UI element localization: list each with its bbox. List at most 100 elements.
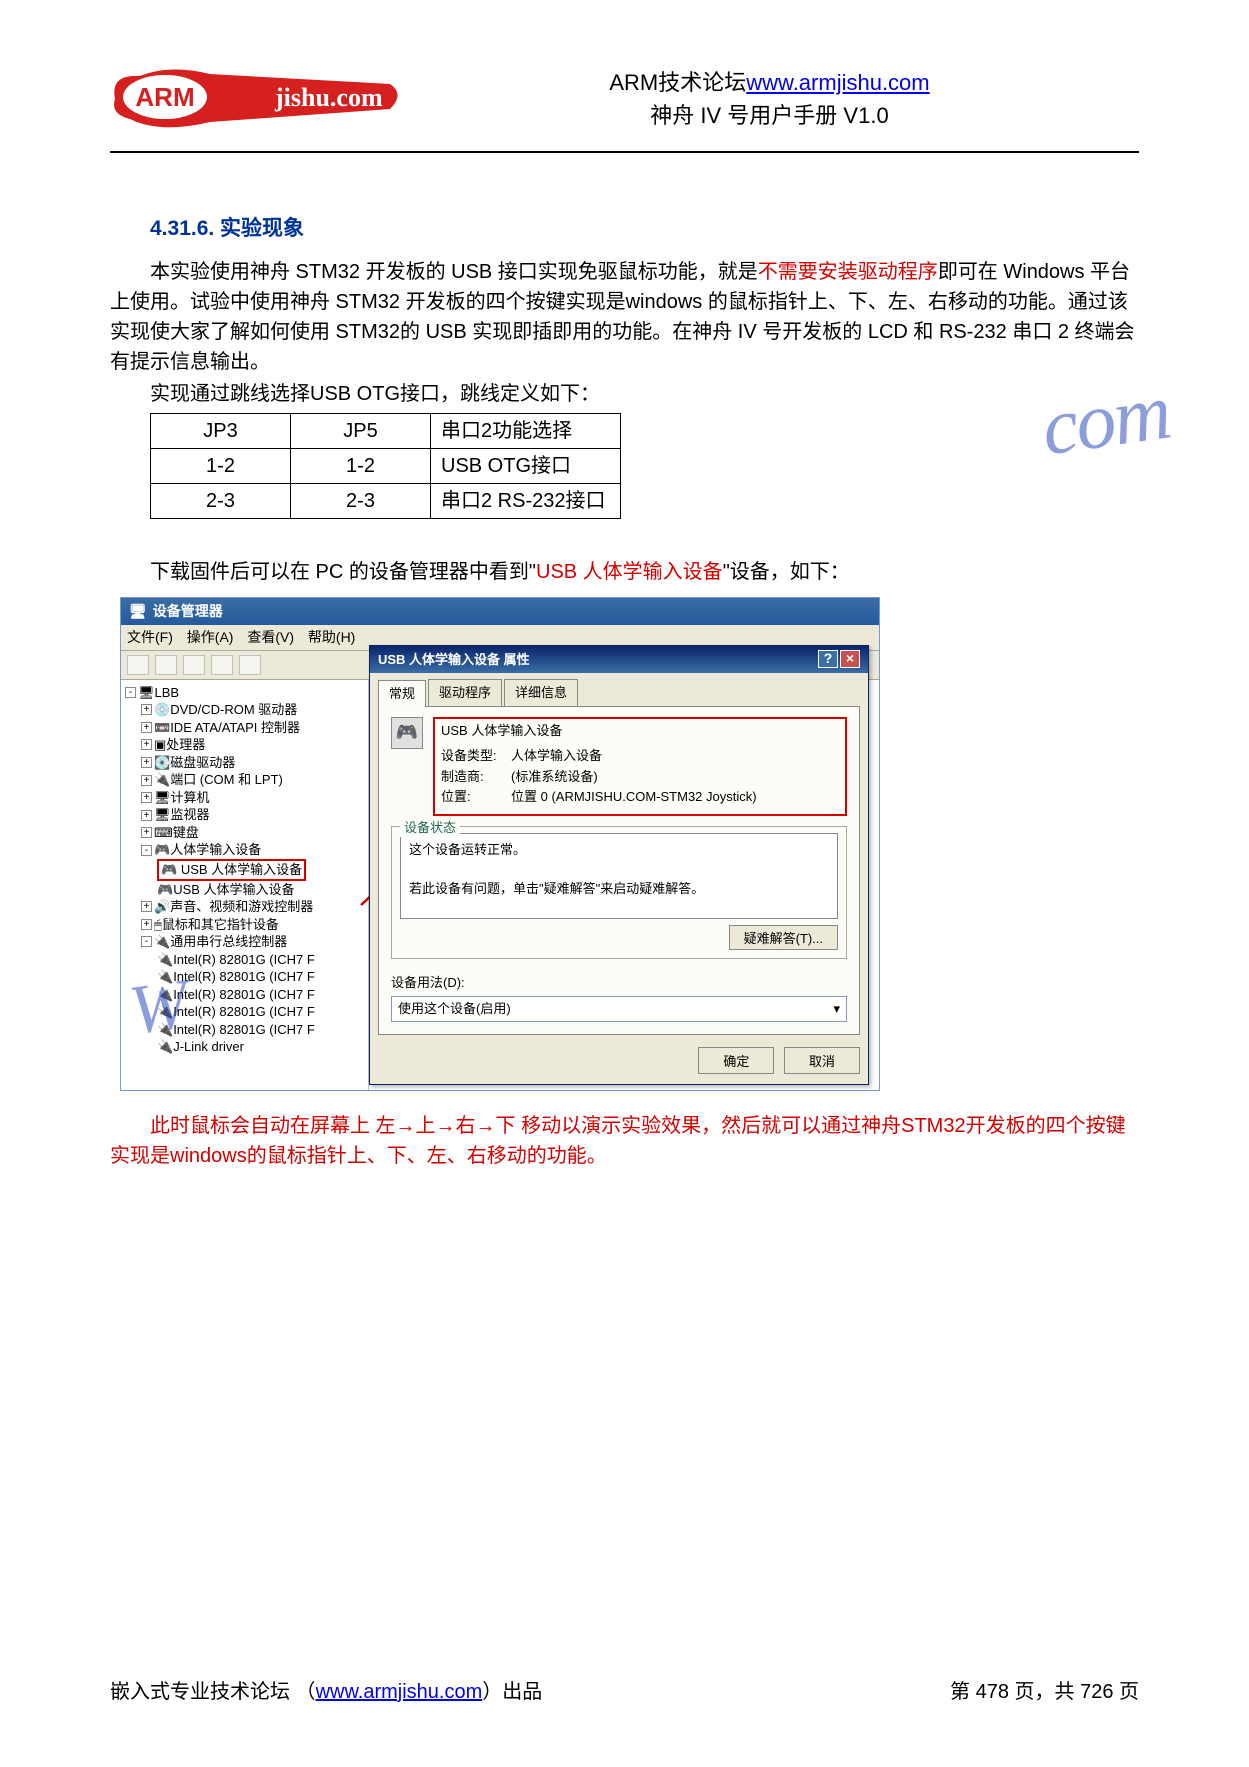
th-func: 串口2功能选择 [431, 413, 621, 448]
footer-left1: 嵌入式专业技术论坛 （ [110, 1681, 316, 1703]
tree-cpu[interactable]: 处理器 [166, 736, 205, 754]
menu-help[interactable]: 帮助(H) [308, 629, 355, 645]
tree-disk[interactable]: 磁盘驱动器 [170, 754, 235, 772]
logo: ARM jishu.com [110, 64, 400, 143]
expand-icon[interactable]: + [141, 722, 152, 733]
devmgr-titlebar[interactable]: 🖥 设备管理器 [121, 598, 879, 625]
forum-url[interactable]: www.armjishu.com [746, 70, 929, 95]
loc-label: 位置: [441, 787, 511, 807]
troubleshoot-button[interactable]: 疑难解答(T)... [729, 925, 838, 950]
menu-file[interactable]: 文件(F) [127, 629, 173, 645]
tree-jlink[interactable]: J-Link driver [173, 1038, 244, 1056]
cancel-button[interactable]: 取消 [784, 1047, 860, 1074]
usage-value: 使用这个设备(启用) [398, 999, 511, 1019]
expand-icon[interactable]: - [125, 687, 136, 698]
device-name: USB 人体学输入设备 [441, 721, 839, 741]
tab-driver[interactable]: 驱动程序 [428, 679, 502, 706]
toolbar-back-icon[interactable] [127, 655, 149, 675]
toolbar-props-icon[interactable] [183, 655, 205, 675]
r1c3: USB OTG接口 [431, 448, 621, 483]
devmgr-icon: 🖥 [129, 601, 147, 622]
toolbar-refresh-icon[interactable] [211, 655, 233, 675]
expand-icon[interactable]: - [141, 845, 152, 856]
expand-icon[interactable]: + [141, 901, 152, 912]
properties-dialog: USB 人体学输入设备 属性 ? × 常规 驱动程序 详细信息 🎮 [369, 645, 869, 1085]
menu-view[interactable]: 查看(V) [247, 629, 294, 645]
tree-usb[interactable]: 通用串行总线控制器 [170, 933, 287, 951]
toolbar-help-icon[interactable] [239, 655, 261, 675]
footer-left2: ）出品 [482, 1681, 542, 1703]
paragraph-2: 实现通过跳线选择USB OTG接口，跳线定义如下： [110, 379, 1139, 409]
expand-icon[interactable]: + [141, 919, 152, 930]
status-fieldset: 设备状态 这个设备运转正常。 若此设备有问题，单击"疑难解答"来启动疑难解答。 … [391, 826, 847, 959]
tree-intel3[interactable]: Intel(R) 82801G (ICH7 F [173, 986, 315, 1004]
device-tree[interactable]: -🖥 LBB +💿 DVD/CD-ROM 驱动器 +📼 IDE ATA/ATAP… [121, 680, 369, 1090]
ok-button[interactable]: 确定 [698, 1047, 774, 1074]
tab-general[interactable]: 常规 [378, 680, 426, 707]
dialog-tabs: 常规 驱动程序 详细信息 [378, 679, 860, 707]
page-number: 第 478 页，共 726 页 [950, 1677, 1139, 1707]
type-label: 设备类型: [441, 746, 511, 766]
tab-details[interactable]: 详细信息 [504, 679, 578, 706]
tree-hid-selected[interactable]: 🎮 USB 人体学输入设备 [157, 859, 306, 881]
jumper-table: JP3 JP5 串口2功能选择 1-2 1-2 USB OTG接口 2-3 2-… [150, 413, 621, 519]
expand-icon[interactable]: + [141, 792, 152, 803]
tree-intel2[interactable]: Intel(R) 82801G (ICH7 F [173, 968, 315, 986]
tree-intel1[interactable]: Intel(R) 82801G (ICH7 F [173, 951, 315, 969]
loc-value: 位置 0 (ARMJISHU.COM-STM32 Joystick) [511, 787, 757, 807]
tree-ide[interactable]: IDE ATA/ATAPI 控制器 [170, 719, 300, 737]
logo-arm-text: ARM [135, 82, 194, 112]
status-line2: 若此设备有问题，单击"疑难解答"来启动疑难解答。 [409, 879, 829, 899]
expand-icon[interactable]: + [141, 827, 152, 838]
tree-ports[interactable]: 端口 (COM 和 LPT) [170, 771, 283, 789]
help-button[interactable]: ? [818, 650, 838, 668]
dialog-titlebar[interactable]: USB 人体学输入设备 属性 ? × [370, 646, 868, 674]
tree-keyboard[interactable]: 键盘 [173, 824, 199, 842]
section-title: 4.31.6. 实验现象 [150, 213, 1139, 245]
close-button[interactable]: × [840, 650, 860, 668]
dialog-title-text: USB 人体学输入设备 属性 [378, 650, 530, 670]
toolbar-fwd-icon[interactable] [155, 655, 177, 675]
manual-title: 神舟 IV 号用户手册 V1.0 [400, 99, 1139, 132]
expand-icon[interactable]: - [141, 936, 152, 947]
mfr-label: 制造商: [441, 767, 511, 787]
tree-computer[interactable]: 计算机 [171, 789, 210, 807]
tree-intel5[interactable]: Intel(R) 82801G (ICH7 F [173, 1021, 315, 1039]
footer-link[interactable]: www.armjishu.com [316, 1681, 483, 1703]
tree-intel4[interactable]: Intel(R) 82801G (ICH7 F [173, 1003, 315, 1021]
status-line1: 这个设备运转正常。 [409, 840, 829, 860]
th-jp5: JP5 [291, 413, 431, 448]
tree-sound[interactable]: 声音、视频和游戏控制器 [170, 898, 313, 916]
tree-monitor[interactable]: 监视器 [171, 806, 210, 824]
expand-icon[interactable]: + [141, 757, 152, 768]
p1-t1: 本实验使用神舟 STM32 开发板的 USB 接口实现免驱鼠标功能，就是 [150, 261, 758, 283]
r1c1: 1-2 [151, 448, 291, 483]
p1-red: 不需要安装驱动程序 [758, 261, 938, 283]
page-footer: 嵌入式专业技术论坛 （www.armjishu.com）出品 第 478 页，共… [110, 1677, 1139, 1707]
tree-hid[interactable]: 人体学输入设备 [170, 841, 261, 859]
tree-root[interactable]: LBB [155, 684, 180, 702]
header-divider [110, 151, 1139, 153]
expand-icon[interactable]: + [141, 739, 152, 750]
r1c2: 1-2 [291, 448, 431, 483]
r2c2: 2-3 [291, 483, 431, 518]
expand-icon[interactable]: + [141, 810, 152, 821]
p3-t2: "设备，如下： [723, 561, 850, 583]
tree-dvd[interactable]: DVD/CD-ROM 驱动器 [170, 701, 297, 719]
p3-red: USB 人体学输入设备 [536, 561, 723, 583]
header-text: ARM技术论坛www.armjishu.com 神舟 IV 号用户手册 V1.0 [400, 60, 1139, 132]
tree-hid2[interactable]: USB 人体学输入设备 [173, 881, 294, 899]
r2c3: 串口2 RS-232接口 [431, 483, 621, 518]
menu-action[interactable]: 操作(A) [187, 629, 234, 645]
p3-t1: 下载固件后可以在 PC 的设备管理器中看到" [150, 561, 536, 583]
red-conclusion: 此时鼠标会自动在屏幕上 左→上→右→下 移动以演示实验效果，然后就可以通过神舟S… [110, 1111, 1139, 1171]
mfr-value: (标准系统设备) [511, 767, 598, 787]
logo-domain-text: jishu.com [274, 83, 383, 112]
device-icon: 🎮 [391, 717, 423, 749]
status-legend: 设备状态 [400, 818, 460, 838]
usage-dropdown[interactable]: 使用这个设备(启用) ▾ [391, 996, 847, 1022]
tree-mouse[interactable]: 鼠标和其它指针设备 [162, 916, 279, 934]
expand-icon[interactable]: + [141, 704, 152, 715]
expand-icon[interactable]: + [141, 775, 152, 786]
paragraph-1: 本实验使用神舟 STM32 开发板的 USB 接口实现免驱鼠标功能，就是不需要安… [110, 257, 1139, 377]
